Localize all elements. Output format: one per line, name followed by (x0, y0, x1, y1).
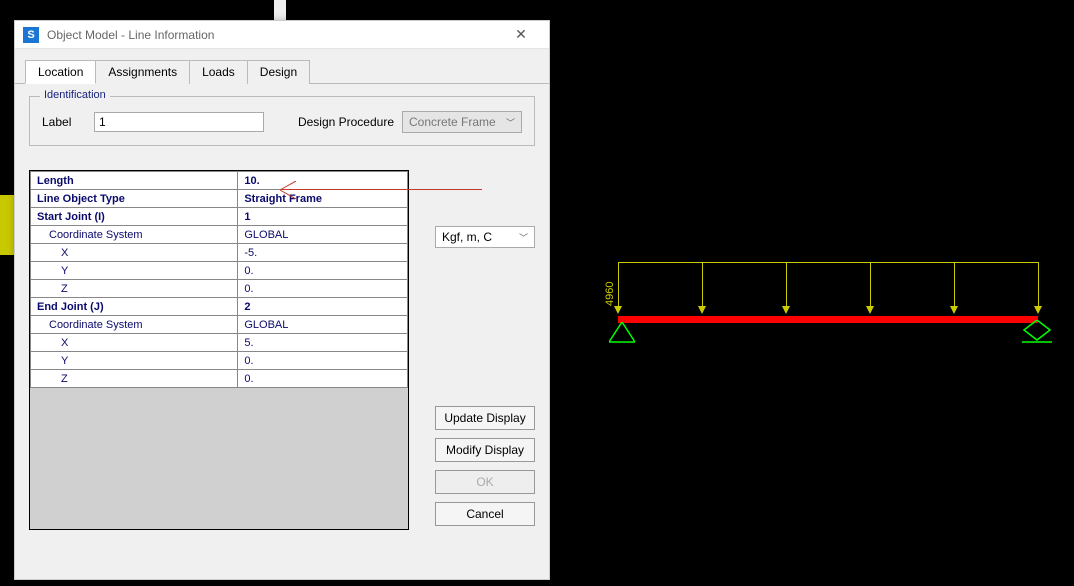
tab-strip: Location Assignments Loads Design (15, 49, 549, 84)
grid-row[interactable]: Z0. (31, 370, 408, 388)
cancel-button[interactable]: Cancel (435, 502, 535, 526)
load-top-line (618, 262, 1038, 263)
load-arrow-shaft (870, 262, 871, 308)
identification-legend: Identification (40, 89, 110, 101)
grid-value: 2 (238, 298, 408, 316)
chevron-down-icon: ﹀ (506, 116, 515, 129)
update-display-button[interactable]: Update Display (435, 406, 535, 430)
grid-value: 0. (238, 370, 408, 388)
chevron-down-icon: ﹀ (519, 231, 528, 244)
grid-value: GLOBAL (238, 226, 408, 244)
beam-element (618, 316, 1038, 323)
load-arrow-head (950, 306, 958, 314)
modify-display-button[interactable]: Modify Display (435, 438, 535, 462)
ok-button[interactable]: OK (435, 470, 535, 494)
grid-key: Y (31, 262, 238, 280)
load-arrow-shaft (786, 262, 787, 308)
titlebar: S Object Model - Line Information ✕ (15, 21, 549, 49)
support-roller-right (1022, 320, 1052, 344)
grid-key: Start Joint (I) (31, 208, 238, 226)
grid-value: -5. (238, 244, 408, 262)
support-pin-left (609, 322, 635, 344)
grid-key: Coordinate System (31, 316, 238, 334)
annotation-arrow-line (282, 189, 482, 190)
grid-value: 5. (238, 334, 408, 352)
grid-row[interactable]: Line Object TypeStraight Frame (31, 190, 408, 208)
load-arrow-head (1034, 306, 1042, 314)
bg-stripe (274, 0, 286, 20)
grid-row[interactable]: Start Joint (I)1 (31, 208, 408, 226)
load-arrow-shaft (954, 262, 955, 308)
annotation-arrow-head (278, 181, 296, 199)
grid-row[interactable]: Y0. (31, 352, 408, 370)
grid-key: Z (31, 370, 238, 388)
units-value: Kgf, m, C (442, 230, 492, 244)
grid-row[interactable]: X5. (31, 334, 408, 352)
grid-row[interactable]: Length10. (31, 172, 408, 190)
grid-row[interactable]: End Joint (J)2 (31, 298, 408, 316)
grid-key: Z (31, 280, 238, 298)
grid-row[interactable]: Coordinate SystemGLOBAL (31, 316, 408, 334)
line-information-dialog: S Object Model - Line Information ✕ Loca… (14, 20, 550, 580)
identification-group: Identification Label Design Procedure Co… (29, 96, 535, 146)
grid-key: Line Object Type (31, 190, 238, 208)
load-arrow-head (782, 306, 790, 314)
design-procedure-value: Concrete Frame (409, 115, 496, 129)
app-icon: S (23, 27, 39, 43)
grid-value: 0. (238, 262, 408, 280)
tab-design[interactable]: Design (247, 60, 310, 84)
units-select[interactable]: Kgf, m, C ﹀ (435, 226, 535, 248)
design-procedure-select[interactable]: Concrete Frame ﹀ (402, 111, 522, 133)
load-arrow-shaft (702, 262, 703, 308)
label-input[interactable] (94, 112, 264, 132)
beam-diagram: 4960 (590, 258, 1050, 358)
grid-key: End Joint (J) (31, 298, 238, 316)
window-title: Object Model - Line Information (47, 28, 501, 42)
grid-value: 0. (238, 280, 408, 298)
load-arrow-shaft (1038, 262, 1039, 308)
design-procedure-caption: Design Procedure (298, 115, 394, 129)
grid-value: GLOBAL (238, 316, 408, 334)
load-arrow-head (698, 306, 706, 314)
load-magnitude-label: 4960 (604, 282, 616, 306)
tab-loads[interactable]: Loads (189, 60, 248, 84)
properties-grid: Length10.Line Object TypeStraight FrameS… (29, 170, 409, 530)
grid-row[interactable]: Coordinate SystemGLOBAL (31, 226, 408, 244)
grid-key: Length (31, 172, 238, 190)
close-icon[interactable]: ✕ (501, 26, 541, 43)
load-arrow-head (866, 306, 874, 314)
grid-row[interactable]: Z0. (31, 280, 408, 298)
grid-value: Straight Frame (238, 190, 408, 208)
grid-key: X (31, 244, 238, 262)
label-caption: Label (42, 115, 86, 129)
tab-content: Identification Label Design Procedure Co… (15, 84, 549, 542)
load-arrow-head (614, 306, 622, 314)
grid-row[interactable]: X-5. (31, 244, 408, 262)
grid-value: 0. (238, 352, 408, 370)
tab-location[interactable]: Location (25, 60, 96, 84)
grid-key: Coordinate System (31, 226, 238, 244)
grid-value: 10. (238, 172, 408, 190)
grid-key: Y (31, 352, 238, 370)
grid-value: 1 (238, 208, 408, 226)
grid-key: X (31, 334, 238, 352)
tab-assignments[interactable]: Assignments (95, 60, 190, 84)
load-arrow-shaft (618, 262, 619, 308)
grid-row[interactable]: Y0. (31, 262, 408, 280)
